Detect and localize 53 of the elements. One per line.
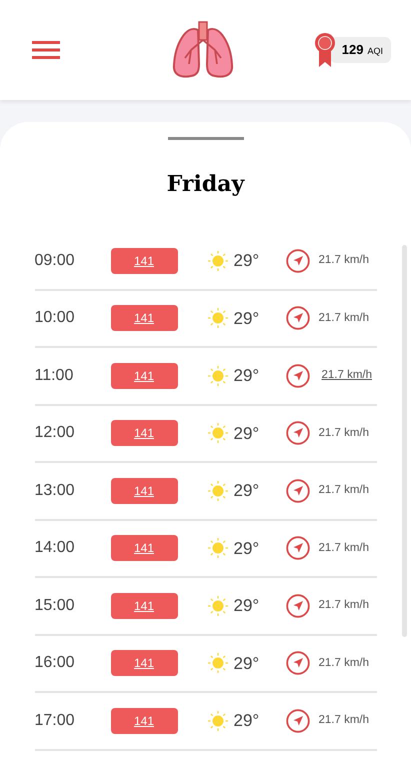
scrollbar[interactable] (402, 245, 407, 637)
sun-icon (206, 306, 230, 330)
lungs-icon (170, 20, 235, 80)
wind-speed: 21.7 km/h (322, 368, 372, 384)
wind-speed: 21.7 km/h (318, 713, 369, 728)
aqi-chip[interactable]: 141 (110, 650, 178, 676)
day-title: Friday (166, 170, 244, 199)
sun-icon (206, 651, 230, 676)
sun-icon (206, 478, 230, 503)
menu-icon[interactable] (32, 41, 60, 59)
hour-label: 16:00 (34, 653, 76, 674)
wind-speed: 21.7 km/h (318, 540, 369, 556)
temperature: 29° (234, 480, 260, 502)
aqi-chip[interactable]: 141 (110, 248, 178, 274)
sun-icon (206, 594, 230, 618)
wind-speed: 21.7 km/h (318, 426, 369, 441)
temperature: 29° (234, 250, 260, 272)
wind-speed: 21.7 km/h (318, 598, 369, 614)
aqi-chip[interactable]: 141 (110, 420, 178, 446)
wind-speed: 21.7 km/h (318, 310, 369, 326)
temperature: 29° (234, 422, 260, 444)
temperature: 29° (234, 710, 260, 732)
temperature: 29° (234, 538, 260, 560)
sun-icon (206, 708, 230, 733)
hour-label: 14:00 (34, 538, 76, 558)
temperature: 29° (234, 595, 260, 617)
sun-icon (206, 248, 230, 273)
aqi-chip[interactable]: 141 (110, 708, 178, 734)
aqi-chip[interactable]: 141 (110, 592, 178, 619)
temperature: 29° (234, 365, 260, 387)
temperature: 29° (234, 308, 260, 330)
hour-label: 15:00 (34, 596, 76, 616)
wind-speed: 21.7 km/h (318, 483, 369, 498)
hour-label: 12:00 (34, 423, 76, 444)
sun-icon (206, 536, 230, 560)
hour-label: 10:00 (34, 308, 76, 328)
drag-handle[interactable] (168, 137, 244, 140)
wind-speed: 21.7 km/h (318, 656, 369, 671)
aqi-value: 129 (342, 41, 364, 59)
wind-speed: 21.7 km/h (318, 253, 369, 268)
sun-icon (206, 364, 230, 388)
sun-icon (206, 421, 230, 446)
temperature: 29° (234, 652, 260, 674)
hour-label: 11:00 (34, 366, 74, 386)
aqi-unit: AQI (367, 45, 383, 58)
aqi-chip[interactable]: 141 (110, 535, 178, 562)
hour-label: 09:00 (34, 250, 76, 271)
aqi-chip[interactable]: 141 (110, 362, 178, 389)
award-ribbon-icon (314, 32, 336, 68)
aqi-chip[interactable]: 141 (110, 305, 178, 332)
hour-label: 13:00 (34, 480, 76, 501)
hour-label: 17:00 (34, 710, 76, 731)
aqi-chip[interactable]: 141 (110, 478, 178, 504)
